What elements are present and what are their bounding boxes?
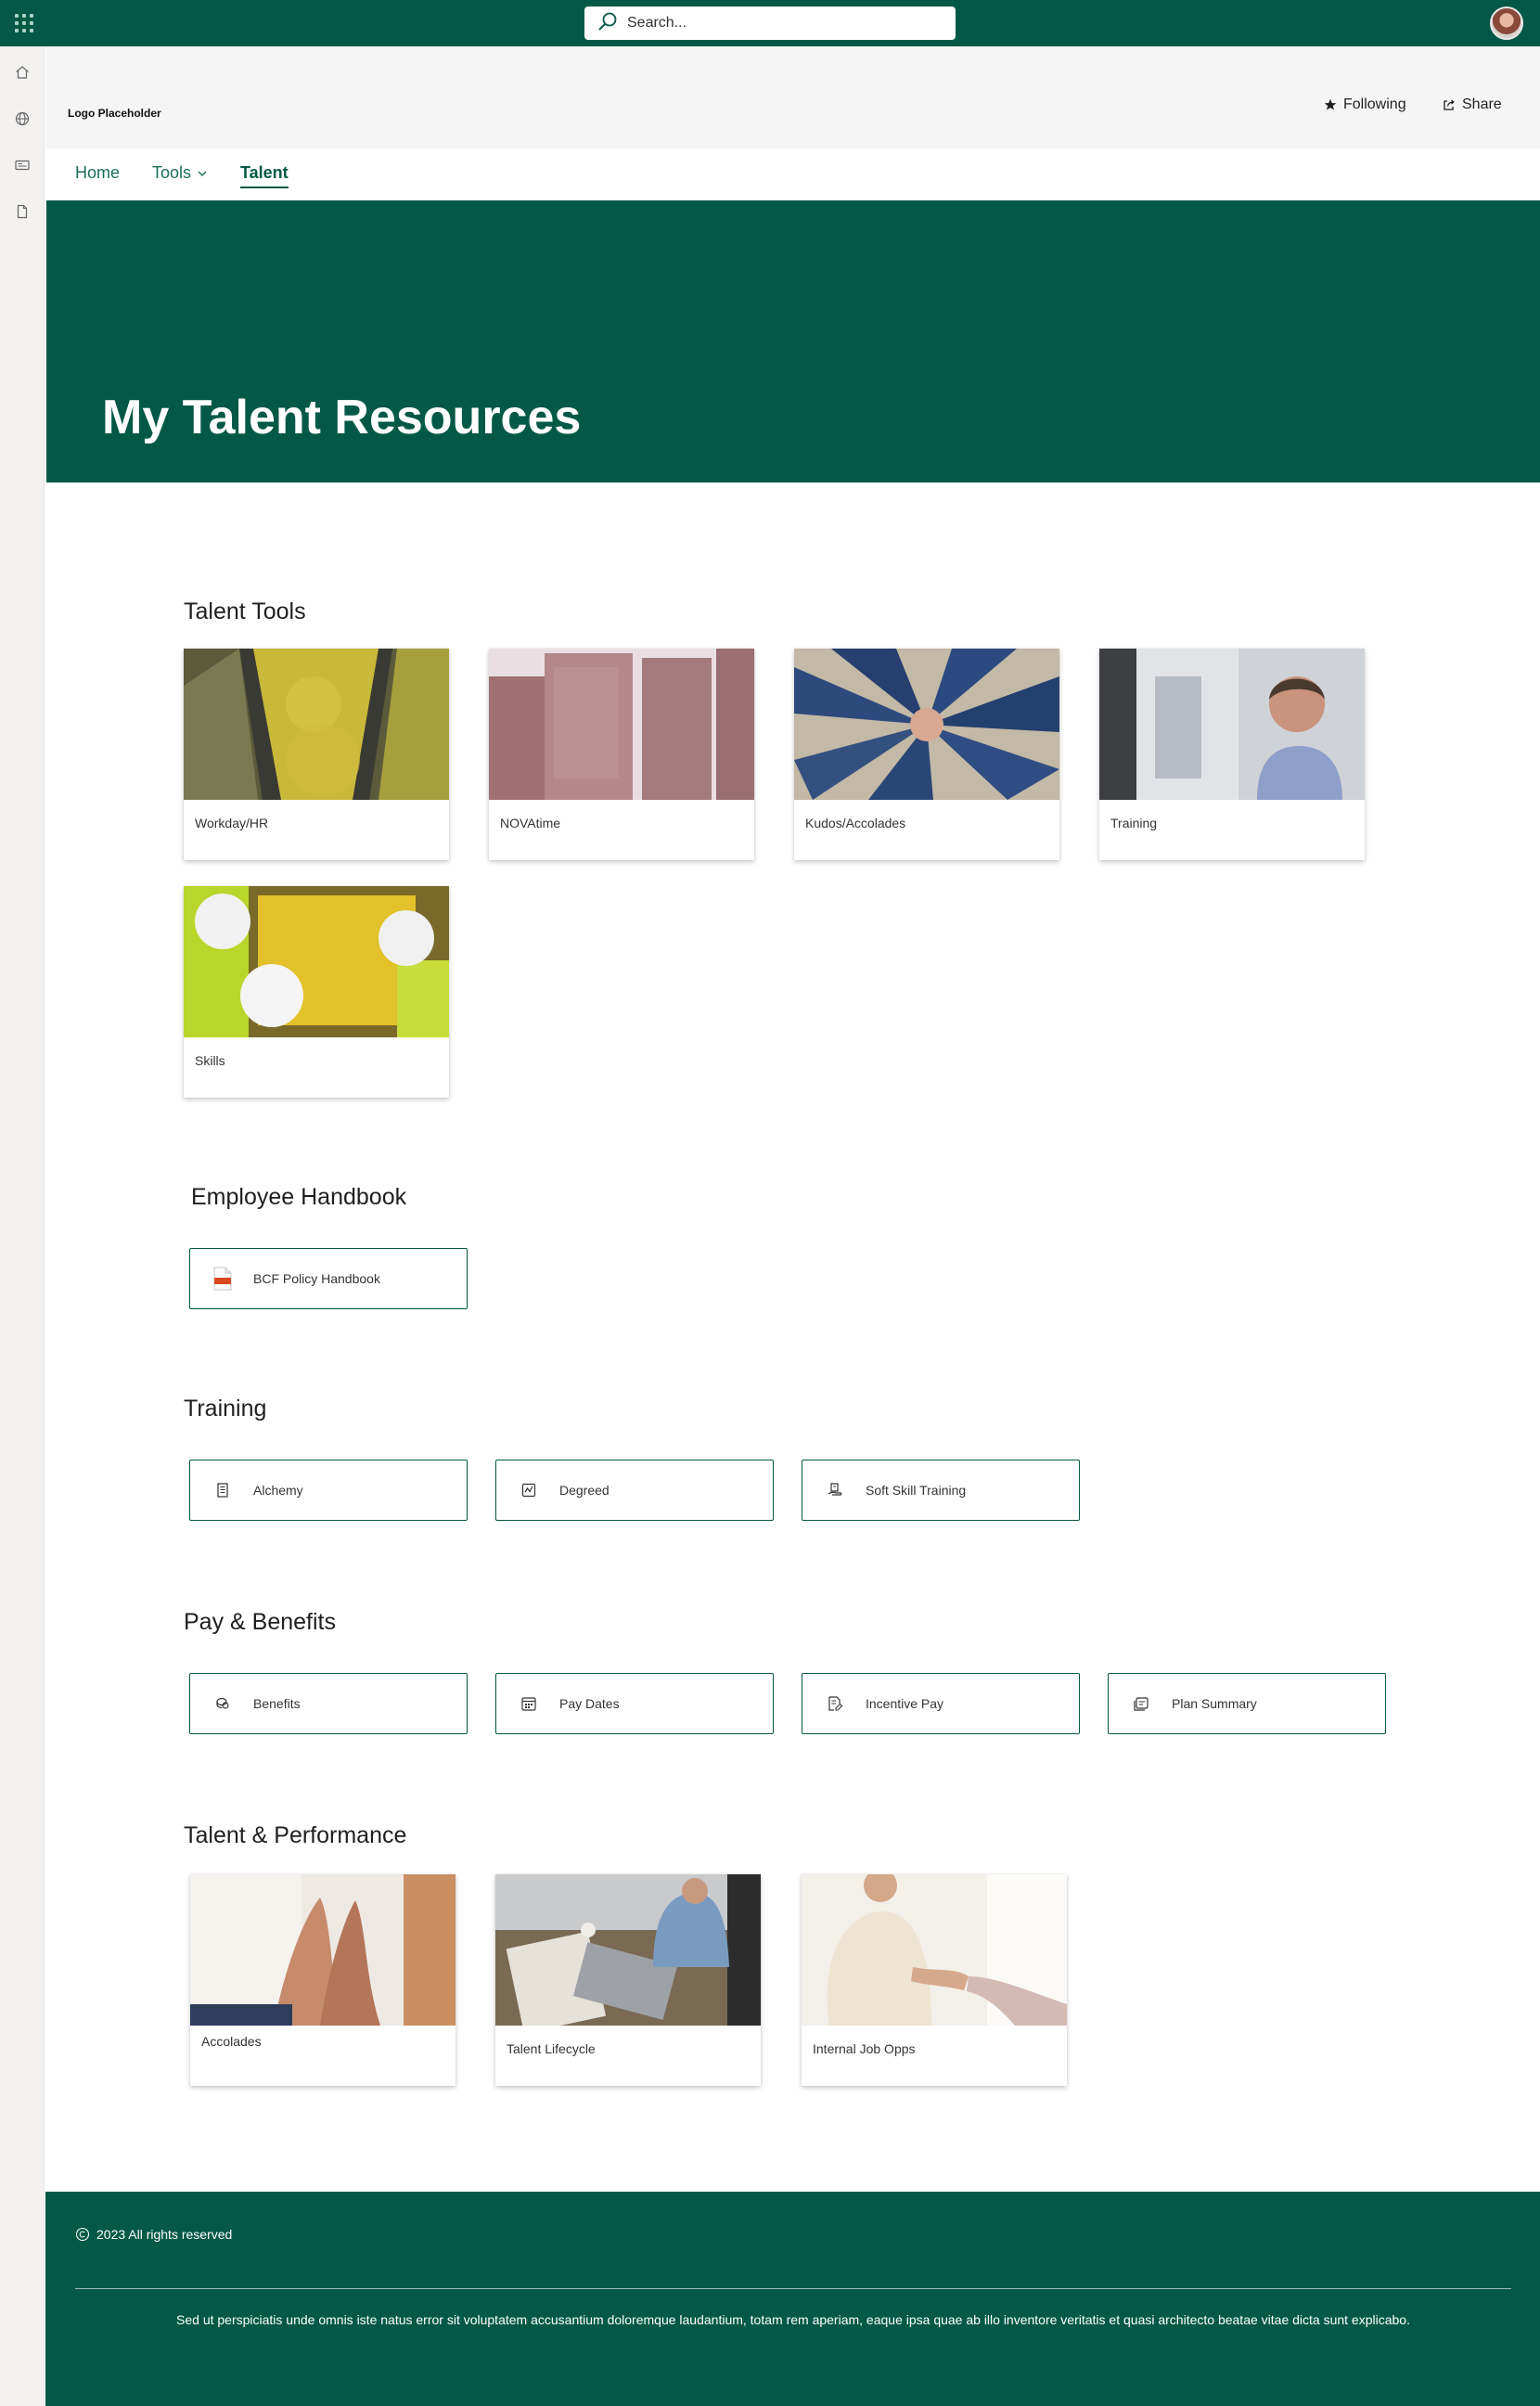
suite-bar [0, 0, 1540, 46]
card-accolades[interactable]: Accolades [190, 1874, 456, 2086]
search-box[interactable] [584, 6, 956, 40]
pay-benefits-heading: Pay & Benefits [184, 1609, 336, 1635]
site-footer: 2023 All rights reserved Sed ut perspici… [45, 2192, 1540, 2406]
following-label: Following [1343, 96, 1406, 112]
card-workday-hr[interactable]: Workday/HR [184, 649, 449, 860]
copyright-text: 2023 All rights reserved [96, 2227, 233, 2242]
card-caption: Internal Job Opps [813, 2041, 916, 2056]
tile-label: Soft Skill Training [866, 1483, 967, 1498]
nav-talent-label: Talent [240, 163, 289, 182]
active-nav-underline [240, 187, 289, 188]
bcf-policy-handbook-link[interactable]: BCF Policy Handbook [189, 1248, 468, 1309]
card-image [1099, 649, 1365, 800]
card-novatime[interactable]: NOVAtime [489, 649, 754, 860]
hand-document-icon [825, 1480, 845, 1500]
footer-divider [75, 2288, 1511, 2289]
chevron-down-icon [198, 171, 207, 176]
site-header: Logo Placeholder Following Share [45, 46, 1540, 148]
card-caption: Training [1110, 816, 1158, 830]
copyright-icon [75, 2227, 90, 2242]
nav-talent[interactable]: Talent [240, 163, 289, 188]
talent-performance-heading: Talent & Performance [184, 1822, 407, 1848]
site-logo[interactable]: Logo Placeholder [68, 107, 161, 120]
share-button[interactable]: Share [1443, 96, 1502, 113]
card-internal-job-opps[interactable]: Internal Job Opps [802, 1874, 1067, 2086]
site-nav: Home Tools Talent [45, 148, 1540, 200]
copyright: 2023 All rights reserved [75, 2227, 232, 2242]
benefits-link[interactable]: Benefits [189, 1673, 468, 1734]
page-title: My Talent Resources [102, 391, 582, 444]
card-image [495, 1874, 761, 2026]
card-skills[interactable]: Skills [184, 886, 449, 1098]
incentive-pay-link[interactable]: Incentive Pay [802, 1673, 1080, 1734]
document-edit-icon [825, 1693, 845, 1714]
card-caption: NOVAtime [500, 816, 561, 830]
page-root: Logo Placeholder Following Share Home To… [0, 0, 1540, 2406]
left-rail [0, 46, 45, 2406]
talent-tools-heading: Talent Tools [184, 598, 306, 624]
card-training[interactable]: Training [1099, 649, 1365, 860]
news-icon[interactable] [11, 154, 33, 176]
star-icon [1324, 98, 1337, 110]
following-button[interactable]: Following [1324, 96, 1406, 113]
plan-summary-link[interactable]: Plan Summary [1108, 1673, 1386, 1734]
home-icon[interactable] [11, 61, 33, 84]
card-caption: Skills [195, 1053, 225, 1068]
notebook-icon [212, 1480, 233, 1500]
footer-text: Sed ut perspiciatis unde omnis iste natu… [176, 2312, 1410, 2327]
card-image [794, 649, 1059, 800]
share-icon [1444, 99, 1455, 110]
hero-banner: My Talent Resources [46, 200, 1540, 482]
card-image [190, 1874, 456, 2026]
coins-icon [212, 1693, 233, 1714]
training-heading: Training [184, 1396, 267, 1422]
tile-label: Incentive Pay [866, 1696, 944, 1711]
tile-label: Benefits [253, 1696, 301, 1711]
documents-icon [1131, 1693, 1151, 1714]
waffle-icon[interactable] [13, 12, 35, 34]
share-label: Share [1462, 96, 1502, 112]
card-caption: Workday/HR [195, 816, 269, 830]
tile-label: Degreed [559, 1483, 610, 1498]
card-image [489, 649, 754, 800]
nav-home[interactable]: Home [75, 163, 120, 183]
card-image [802, 1874, 1067, 2026]
tile-label: BCF Policy Handbook [253, 1271, 380, 1286]
soft-skill-training-link[interactable]: Soft Skill Training [802, 1460, 1080, 1521]
card-image [184, 649, 449, 800]
employee-handbook-heading: Employee Handbook [191, 1184, 407, 1210]
alchemy-link[interactable]: Alchemy [189, 1460, 468, 1521]
user-avatar[interactable] [1490, 6, 1523, 40]
calendar-icon [519, 1693, 539, 1714]
card-image [184, 886, 449, 1037]
pay-dates-link[interactable]: Pay Dates [495, 1673, 774, 1734]
card-caption: Accolades [201, 2034, 262, 2049]
card-kudos-accolades[interactable]: Kudos/Accolades [794, 649, 1059, 860]
tile-label: Plan Summary [1172, 1696, 1257, 1711]
card-caption: Talent Lifecycle [507, 2041, 596, 2056]
card-talent-lifecycle[interactable]: Talent Lifecycle [495, 1874, 761, 2086]
nav-tools-label: Tools [152, 163, 192, 182]
document-icon[interactable] [11, 200, 33, 223]
search-icon [597, 11, 618, 36]
degreed-link[interactable]: Degreed [495, 1460, 774, 1521]
tile-label: Alchemy [253, 1483, 303, 1498]
activity-icon [519, 1480, 539, 1500]
nav-tools[interactable]: Tools [152, 163, 208, 183]
tile-label: Pay Dates [559, 1696, 620, 1711]
pdf-file-icon [212, 1267, 233, 1291]
card-caption: Kudos/Accolades [805, 816, 906, 830]
search-input[interactable] [627, 15, 933, 32]
globe-icon[interactable] [11, 108, 33, 130]
